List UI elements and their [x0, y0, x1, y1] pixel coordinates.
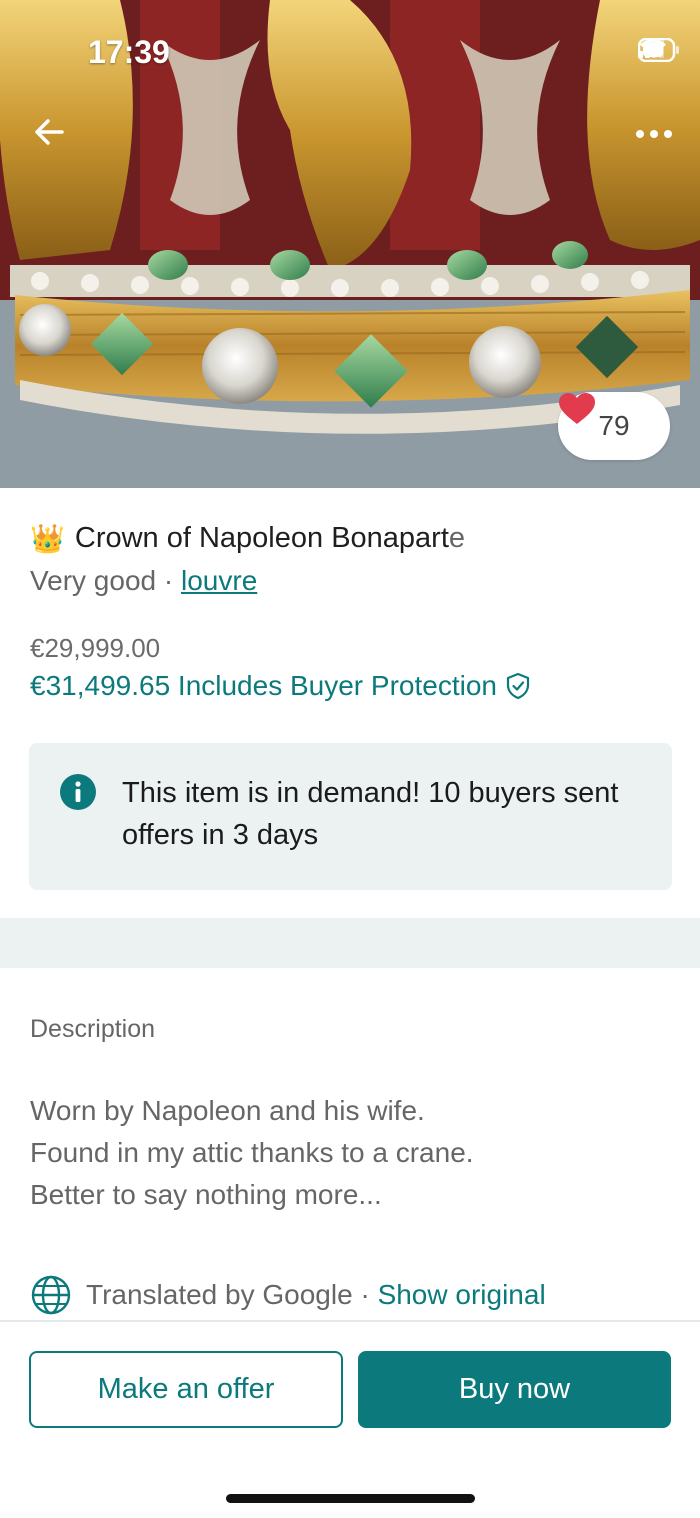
heart-icon [559, 393, 595, 424]
more-options-button[interactable] [626, 112, 682, 152]
translation-row: Translated by Google · Show original [30, 1274, 546, 1316]
buy-now-button[interactable]: Buy now [358, 1351, 671, 1428]
more-dots-icon [636, 130, 672, 138]
arrow-left-icon [35, 119, 64, 145]
item-condition: Very good [30, 565, 157, 596]
show-original-link[interactable]: Show original [378, 1279, 546, 1310]
back-button[interactable] [26, 110, 74, 154]
shield-check-icon[interactable] [503, 671, 533, 701]
price-with-protection[interactable]: €31,499.65 Includes Buyer Protection [30, 670, 533, 702]
description-label: Description [30, 1015, 156, 1043]
demand-notice-text: This item is in demand! 10 buyers sent o… [122, 777, 619, 851]
item-meta: Very good · louvre [30, 565, 257, 597]
globe-icon [31, 1275, 71, 1315]
action-bar-border [0, 1320, 700, 1322]
crown-emoji-icon: 👑 [30, 522, 65, 554]
description-line: Worn by Napoleon and his wife. [30, 1095, 425, 1126]
translation-text: Translated by Google · Show original [86, 1279, 546, 1310]
price-total: €31,499.65 Includes Buyer Protection [30, 670, 497, 701]
status-bar: 17:39 [0, 0, 700, 100]
item-title-row: 👑 Crown of Napoleon Bonaparte [30, 522, 465, 555]
description-text: Worn by Napoleon and his wife. Found in … [30, 1090, 670, 1216]
description-line: Found in my attic thanks to a crane. [30, 1137, 474, 1168]
item-title: Crown of Napoleon Bonaparte [75, 522, 465, 555]
make-offer-button[interactable]: Make an offer [29, 1351, 343, 1428]
brand-link[interactable]: louvre [181, 565, 257, 596]
like-count: 79 [598, 410, 630, 441]
description-line: Better to say nothing more... [30, 1179, 382, 1210]
home-indicator[interactable] [226, 1494, 475, 1503]
item-price: €29,999.00 [30, 633, 161, 663]
item-title-last: e [448, 522, 466, 554]
item-photo[interactable]: 17:39 79 [0, 0, 700, 488]
favourite-button[interactable]: 79 [558, 392, 670, 460]
section-divider [0, 918, 700, 968]
battery-icon [638, 38, 679, 62]
info-icon [60, 774, 96, 810]
meta-separator: · [163, 565, 174, 596]
status-time: 17:39 [88, 34, 170, 70]
item-title-main: Crown of Napoleon Bonapart [74, 522, 449, 554]
